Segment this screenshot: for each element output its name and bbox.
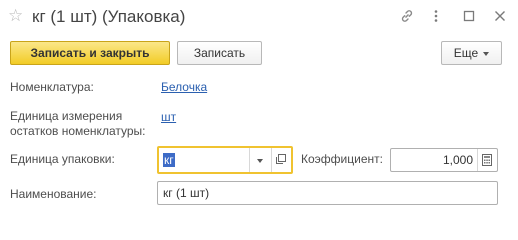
unit-label-line1: Единица измерения <box>10 109 123 123</box>
package-unit-field[interactable]: кг <box>157 146 293 174</box>
field-separator <box>249 148 250 172</box>
window-title: кг (1 шт) (Упаковка) <box>32 7 186 26</box>
save-button[interactable]: Записать <box>177 41 262 65</box>
more-button[interactable]: Еще <box>441 41 502 65</box>
package-unit-value: кг <box>163 153 175 167</box>
chevron-down-icon <box>257 159 263 163</box>
close-icon[interactable] <box>490 6 510 26</box>
link-icon[interactable] <box>397 6 417 26</box>
chevron-down-icon <box>483 51 490 56</box>
unit-link[interactable]: шт <box>161 110 176 125</box>
kebab-icon[interactable] <box>426 6 446 26</box>
calculator-icon[interactable] <box>480 153 496 169</box>
nomenclature-link[interactable]: Белочка <box>161 80 207 95</box>
name-label: Наименование: <box>10 187 97 201</box>
field-separator <box>477 149 478 171</box>
save-and-close-button[interactable]: Записать и закрыть <box>10 41 170 65</box>
name-value: кг (1 шт) <box>163 186 210 200</box>
open-icon[interactable] <box>274 152 290 168</box>
dropdown-button[interactable] <box>253 154 267 168</box>
coefficient-field[interactable]: 1,000 <box>390 148 498 172</box>
coefficient-label: Коэффициент: <box>301 152 383 166</box>
field-separator <box>271 148 272 172</box>
nomenclature-label: Номенклатура: <box>10 80 94 94</box>
coefficient-value: 1,000 <box>442 153 473 167</box>
name-field[interactable]: кг (1 шт) <box>157 181 498 205</box>
package-unit-label: Единица упаковки: <box>10 152 115 166</box>
more-button-label: Еще <box>453 46 479 60</box>
maximize-icon[interactable] <box>459 6 479 26</box>
unit-label-line2: остатков номенклатуры: <box>10 124 146 138</box>
favorite-star-icon[interactable]: ☆ <box>8 6 26 26</box>
